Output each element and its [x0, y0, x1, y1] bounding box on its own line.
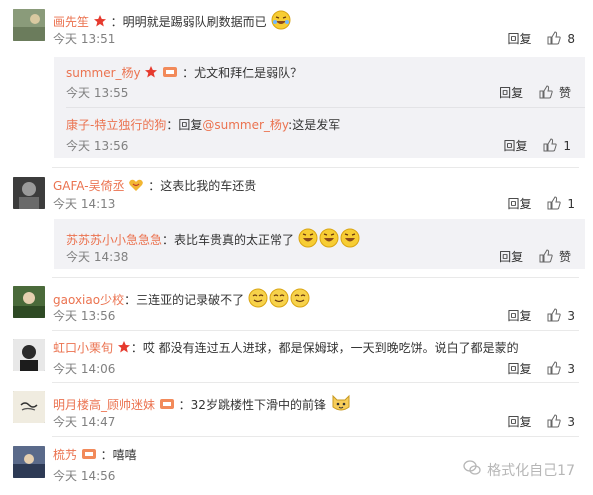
- like-button[interactable]: 8: [547, 31, 575, 49]
- reply-button[interactable]: 回复: [504, 139, 528, 153]
- like-count: 赞: [558, 250, 571, 264]
- comment-time: 今天 13:56: [53, 309, 116, 323]
- thumbs-up-icon: [547, 361, 562, 379]
- heart-badge-icon: [128, 178, 144, 196]
- comment-time: 今天 13:56: [66, 139, 129, 153]
- comment-text: ：明明就是踢弱队刷数据而已: [110, 15, 267, 29]
- member-badge-icon: [81, 447, 97, 465]
- like-count: 3: [567, 415, 575, 429]
- commenter-name[interactable]: summer_杨y: [66, 66, 141, 80]
- avatar[interactable]: [13, 177, 45, 209]
- like-button[interactable]: 1: [547, 196, 575, 214]
- divider: [52, 330, 579, 331]
- like-count: 3: [567, 362, 575, 376]
- smile-emoji-icon: [248, 288, 310, 312]
- divider: [52, 436, 579, 437]
- reply-button[interactable]: 回复: [508, 197, 532, 211]
- divider: [52, 382, 579, 383]
- avatar[interactable]: [13, 9, 45, 41]
- wechat-icon: [463, 460, 481, 480]
- comment-time: 今天 14:56: [53, 469, 116, 483]
- thumbs-up-icon: [547, 414, 562, 432]
- comment-time: 今天 14:13: [53, 197, 116, 211]
- like-button[interactable]: 3: [547, 361, 575, 379]
- comment-text: :这是发军: [288, 118, 341, 132]
- avatar[interactable]: [13, 286, 45, 318]
- like-button[interactable]: 赞: [539, 85, 571, 103]
- divider: [66, 107, 585, 108]
- thumbs-up-icon: [543, 138, 558, 156]
- thumbs-up-icon: [547, 196, 562, 214]
- like-count: 1: [563, 139, 571, 153]
- reply-button[interactable]: 回复: [508, 309, 532, 323]
- like-button[interactable]: 1: [543, 138, 571, 156]
- comment-text: ：表比车贵真的太正常了: [162, 233, 295, 247]
- reply-thread: 苏苏苏小小急急急：表比车贵真的太正常了 今天 14:38 回复 赞: [54, 219, 585, 269]
- mention-link[interactable]: @summer_杨y: [202, 118, 288, 132]
- comment-text: ：哎 都没有连过五人进球，都是保姆球，一天到晚吃饼。说白了都是蒙的: [130, 341, 519, 355]
- comment-time: 今天 13:55: [66, 86, 129, 100]
- commenter-name[interactable]: 梳艿: [53, 448, 77, 462]
- like-count: 8: [567, 32, 575, 46]
- divider: [52, 277, 579, 278]
- cat-emoji-icon: [330, 393, 352, 417]
- star-badge-icon: [117, 340, 131, 358]
- like-button[interactable]: 3: [547, 308, 575, 326]
- comment-text: ：这表比我的车还贵: [148, 179, 257, 193]
- avatar[interactable]: [13, 391, 45, 423]
- like-button[interactable]: 3: [547, 414, 575, 432]
- comment-text: ：三连亚的记录破不了: [124, 293, 245, 307]
- divider: [52, 167, 579, 168]
- star-badge-icon: [144, 65, 158, 83]
- thumbs-up-icon: [547, 308, 562, 326]
- star-badge-icon: [93, 14, 107, 32]
- watermark-text: 格式化自己17: [487, 463, 575, 479]
- like-count: 1: [567, 197, 575, 211]
- reply-button[interactable]: 回复: [499, 250, 523, 264]
- reply-button[interactable]: 回复: [508, 32, 532, 46]
- avatar[interactable]: [13, 446, 45, 478]
- comment-text: ：32岁跳楼性下滑中的前锋: [178, 398, 326, 412]
- reply-button[interactable]: 回复: [499, 86, 523, 100]
- laughing-emoji-icon: [298, 228, 360, 252]
- like-button[interactable]: 赞: [539, 249, 571, 267]
- commenter-name[interactable]: gaoxiao少校: [53, 293, 124, 307]
- comment-time: 今天 13:51: [53, 32, 116, 46]
- commenter-name[interactable]: 虹口小栗旬: [53, 341, 113, 355]
- reply-thread: summer_杨y ：尤文和拜仁是弱队？ 今天 13:55 回复 赞 康子-特立…: [54, 57, 585, 158]
- commenter-name[interactable]: 康子-特立独行的狗: [66, 118, 166, 132]
- watermark: 格式化自己17: [463, 460, 575, 480]
- thumbs-up-icon: [539, 85, 553, 103]
- member-badge-icon: [162, 65, 178, 83]
- comment-text: ：尤文和拜仁是弱队？: [182, 66, 303, 80]
- commenter-name[interactable]: GAFA-吴倚丞: [53, 179, 125, 193]
- reply-prefix: ：回复: [166, 118, 203, 132]
- like-count: 赞: [558, 86, 571, 100]
- comment-time: 今天 14:47: [53, 415, 116, 429]
- thumbs-up-icon: [539, 249, 553, 267]
- reply-button[interactable]: 回复: [508, 362, 532, 376]
- comment-text: ：嘻嘻: [100, 448, 137, 462]
- member-badge-icon: [159, 397, 175, 415]
- laughing-tears-emoji-icon: [271, 10, 291, 34]
- comment-time: 今天 14:38: [66, 250, 129, 264]
- reply-button[interactable]: 回复: [508, 415, 532, 429]
- comment-time: 今天 14:06: [53, 362, 116, 376]
- commenter-name[interactable]: 苏苏苏小小急急急: [66, 233, 162, 247]
- avatar[interactable]: [13, 339, 45, 371]
- like-count: 3: [567, 309, 575, 323]
- thumbs-up-icon: [547, 31, 562, 49]
- commenter-name[interactable]: 画先笙: [53, 15, 89, 29]
- commenter-name[interactable]: 明月楼高_顾帅迷妹: [53, 398, 155, 412]
